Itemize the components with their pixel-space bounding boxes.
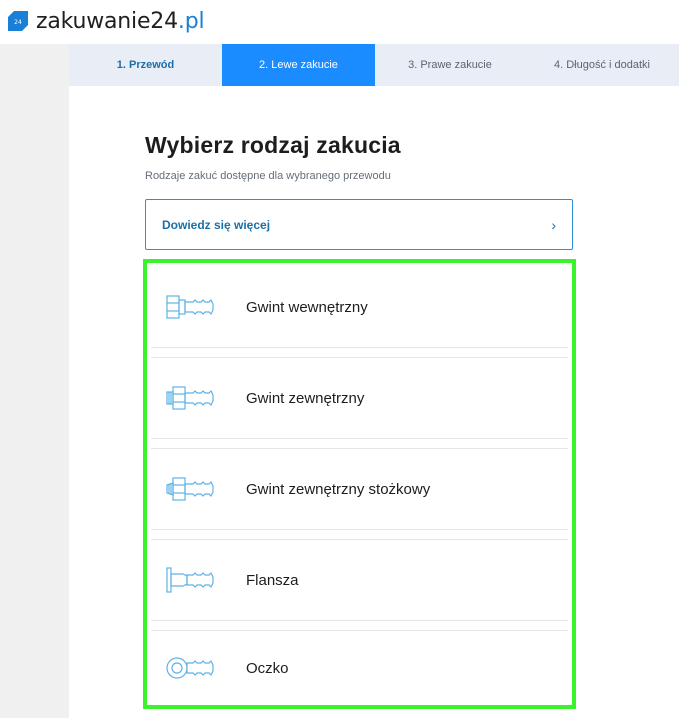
page-title: Wybierz rodzaj zakucia <box>145 132 401 158</box>
step-progress: 1. Przewód 2. Lewe zakucie 3. Prawe zaku… <box>69 44 679 86</box>
svg-text:24: 24 <box>14 19 22 26</box>
internal-thread-fitting-icon <box>165 289 225 325</box>
chevron-right-icon: › <box>551 216 556 233</box>
step-4-length-extras: 4. Długość i dodatki <box>554 59 650 71</box>
eye-fitting-icon <box>165 650 225 686</box>
option-external-thread[interactable]: Gwint zewnętrzny <box>151 358 568 439</box>
option-label: Gwint wewnętrzny <box>246 298 368 316</box>
list-divider <box>151 439 568 449</box>
learn-more-label: Dowiedz się więcej <box>162 217 271 232</box>
step-2-left-fitting[interactable]: 2. Lewe zakucie <box>222 44 375 86</box>
learn-more-button[interactable]: Dowiedz się więcej › <box>145 199 573 250</box>
site-header: 24 zakuwanie24.pl <box>0 0 679 44</box>
option-label: Gwint zewnętrzny stożkowy <box>246 480 431 498</box>
tapered-thread-fitting-icon <box>165 471 225 507</box>
left-gutter <box>0 44 69 718</box>
option-label: Gwint zewnętrzny <box>246 389 365 407</box>
external-thread-fitting-icon <box>165 380 225 416</box>
list-divider <box>151 621 568 631</box>
option-label: Flansza <box>246 571 299 589</box>
list-divider <box>151 530 568 540</box>
logo[interactable]: 24 zakuwanie24.pl <box>8 8 205 34</box>
page-subtitle: Rodzaje zakuć dostępne dla wybranego prz… <box>145 170 391 182</box>
option-eye[interactable]: Oczko <box>151 631 568 705</box>
flange-fitting-icon <box>165 562 225 598</box>
option-flange[interactable]: Flansza <box>151 540 568 621</box>
step-3-right-fitting: 3. Prawe zakucie <box>408 59 492 71</box>
option-tapered-thread[interactable]: Gwint zewnętrzny stożkowy <box>151 449 568 530</box>
fitting-type-list: Gwint wewnętrzny Gwint zewnętrzny Gwint … <box>143 259 576 709</box>
option-label: Oczko <box>246 659 289 677</box>
logo-icon: 24 <box>8 11 28 31</box>
logo-text: zakuwanie24.pl <box>36 8 205 34</box>
step-1-cable[interactable]: 1. Przewód <box>69 44 222 86</box>
list-divider <box>151 348 568 358</box>
option-internal-thread[interactable]: Gwint wewnętrzny <box>151 267 568 348</box>
